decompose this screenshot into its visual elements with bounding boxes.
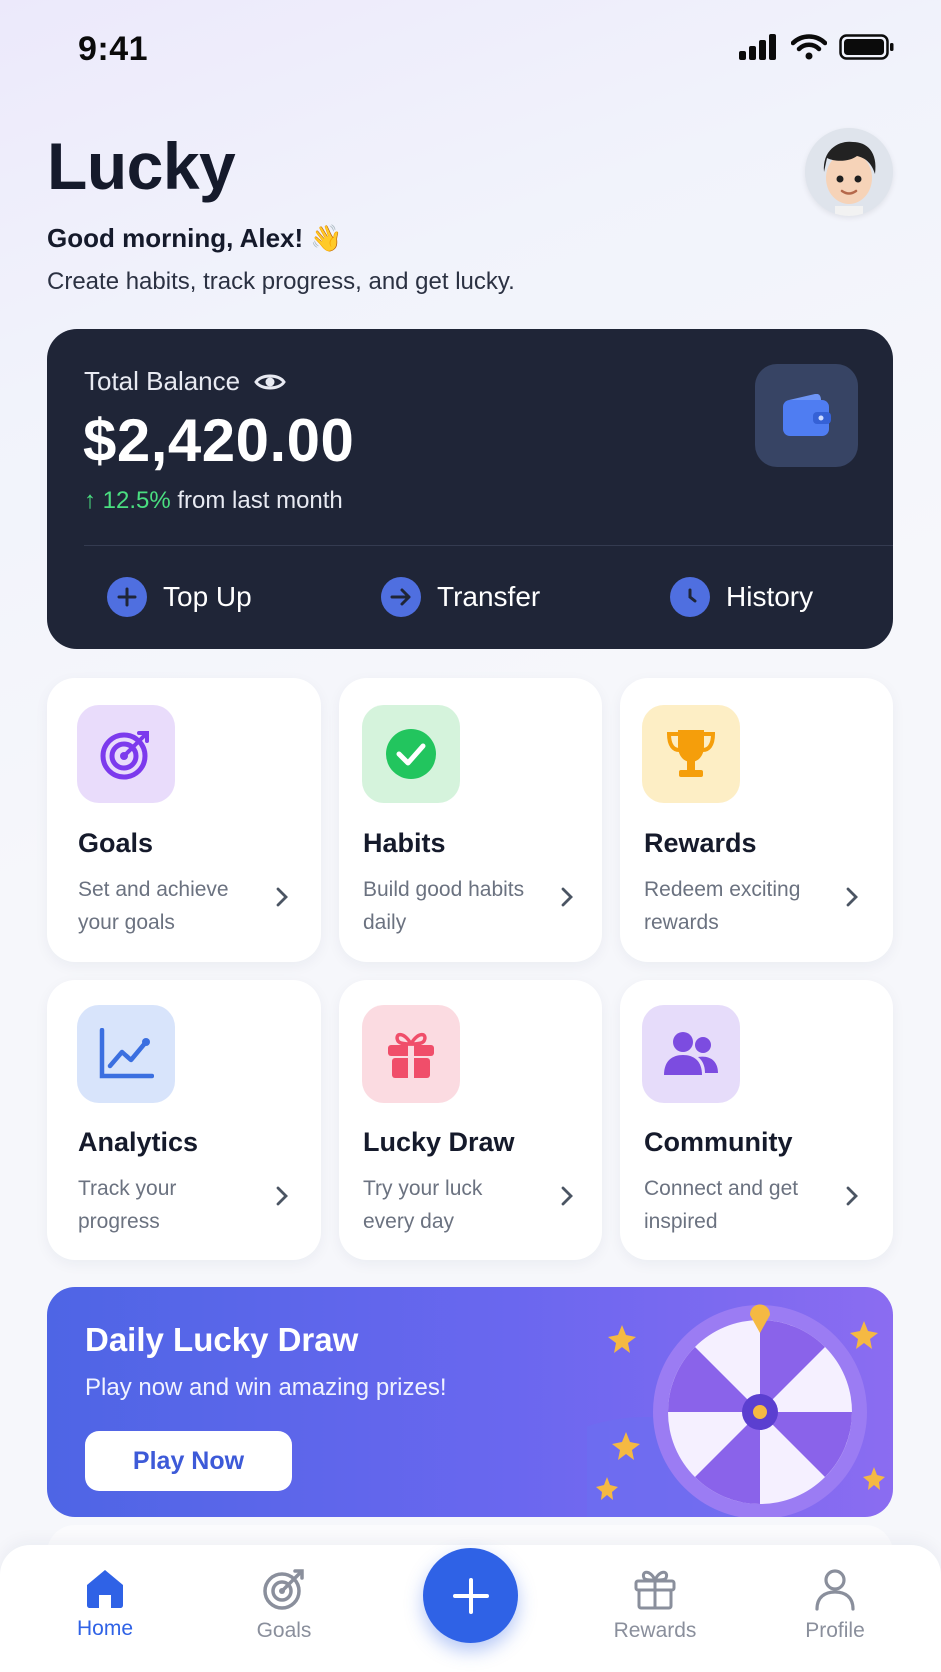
nav-home-label: Home [76, 1617, 134, 1640]
balance-change: ↑ 12.5% from last month [84, 487, 343, 515]
chevron-right-icon [845, 886, 859, 915]
promo-subtitle: Play now and win amazing prizes! [85, 1374, 447, 1401]
feature-title: Lucky Draw [363, 1127, 515, 1157]
promo-title: Daily Lucky Draw [85, 1321, 359, 1358]
feature-card-goals[interactable]: Goals Set and achieve your goals [47, 678, 321, 962]
nav-goals[interactable]: Goals [224, 1567, 344, 1643]
wallet-tile[interactable] [755, 364, 858, 467]
history-label: History [726, 581, 814, 612]
battery-icon [839, 34, 894, 60]
feature-desc: Set and achieve your goals [78, 878, 229, 934]
top-up-button[interactable]: Top Up [107, 577, 252, 617]
nav-home[interactable]: Home [45, 1567, 165, 1641]
nav-profile[interactable]: Profile [775, 1567, 895, 1643]
feature-desc: Redeem exciting rewards [644, 878, 801, 934]
feature-card-rewards[interactable]: Rewards Redeem exciting rewards [620, 678, 893, 962]
user-icon [815, 1569, 855, 1611]
feature-card-community[interactable]: Community Connect and get inspired [620, 980, 893, 1260]
chart-line-icon [77, 1005, 175, 1103]
balance-label: Total Balance [84, 366, 241, 396]
feature-card-habits[interactable]: Habits Build good habits daily [339, 678, 602, 962]
balance-card: Total Balance $2,420.00 ↑ 12.5% from las… [47, 329, 893, 649]
chevron-right-icon [845, 1185, 859, 1214]
nav-rewards-label: Rewards [613, 1619, 697, 1642]
status-time: 9:41 [78, 30, 149, 68]
subtitle: Create habits, track progress, and get l… [47, 268, 515, 295]
play-now-button[interactable]: Play Now [85, 1431, 292, 1491]
status-bar: 9:41 [0, 0, 941, 100]
transfer-label: Transfer [437, 581, 541, 612]
transfer-button[interactable]: Transfer [381, 577, 540, 617]
wallet-icon [782, 393, 831, 436]
feature-desc: Connect and get inspired [644, 1177, 799, 1233]
feature-title: Community [644, 1127, 793, 1157]
feature-title: Goals [78, 828, 154, 858]
feature-title: Rewards [644, 828, 757, 858]
chevron-right-icon [275, 1185, 289, 1214]
feature-card-lucky-draw[interactable]: Lucky Draw Try your luck every day [339, 980, 602, 1260]
top-up-label: Top Up [163, 581, 252, 612]
feature-desc: Try your luck every day [363, 1177, 483, 1233]
app-title: Lucky [47, 129, 236, 203]
gift-icon [634, 1570, 676, 1610]
balance-change-percent: ↑ 12.5% [84, 487, 171, 514]
chevron-right-icon [560, 886, 574, 915]
trophy-icon [642, 705, 740, 803]
target-icon [263, 1569, 304, 1610]
users-icon [642, 1005, 740, 1103]
balance-amount: $2,420.00 [83, 407, 355, 474]
feature-card-analytics[interactable]: Analytics Track your progress [47, 980, 321, 1260]
check-circle-icon [362, 705, 460, 803]
avatar[interactable] [805, 128, 893, 216]
wifi-icon [791, 34, 827, 60]
status-icons [739, 34, 895, 60]
prize-wheel-icon [587, 1304, 885, 1517]
plus-icon [107, 577, 147, 617]
chevron-right-icon [560, 1185, 574, 1214]
add-button[interactable] [423, 1548, 518, 1643]
eye-icon[interactable] [254, 371, 286, 393]
gift-icon [362, 1005, 460, 1103]
history-button[interactable]: History [670, 577, 813, 617]
chevron-right-icon [275, 886, 289, 915]
nav-rewards[interactable]: Rewards [595, 1567, 715, 1643]
home-icon [87, 1570, 123, 1608]
feature-desc: Track your progress [78, 1177, 177, 1233]
nav-goals-label: Goals [256, 1619, 312, 1642]
clock-icon [670, 577, 710, 617]
card-divider [84, 545, 893, 546]
feature-desc: Build good habits daily [363, 878, 525, 934]
arrow-right-icon [381, 577, 421, 617]
nav-profile-label: Profile [805, 1619, 865, 1642]
daily-lucky-draw-banner[interactable]: Daily Lucky Draw Play now and win amazin… [47, 1287, 893, 1517]
plus-icon [452, 1577, 489, 1614]
feature-title: Habits [363, 828, 446, 858]
balance-change-text: from last month [177, 487, 343, 514]
balance-label-row: Total Balance [84, 366, 286, 397]
signal-icon [739, 34, 776, 60]
greeting: Good morning, Alex! 👋 [47, 223, 343, 253]
target-icon [77, 705, 175, 803]
feature-title: Analytics [78, 1127, 199, 1157]
